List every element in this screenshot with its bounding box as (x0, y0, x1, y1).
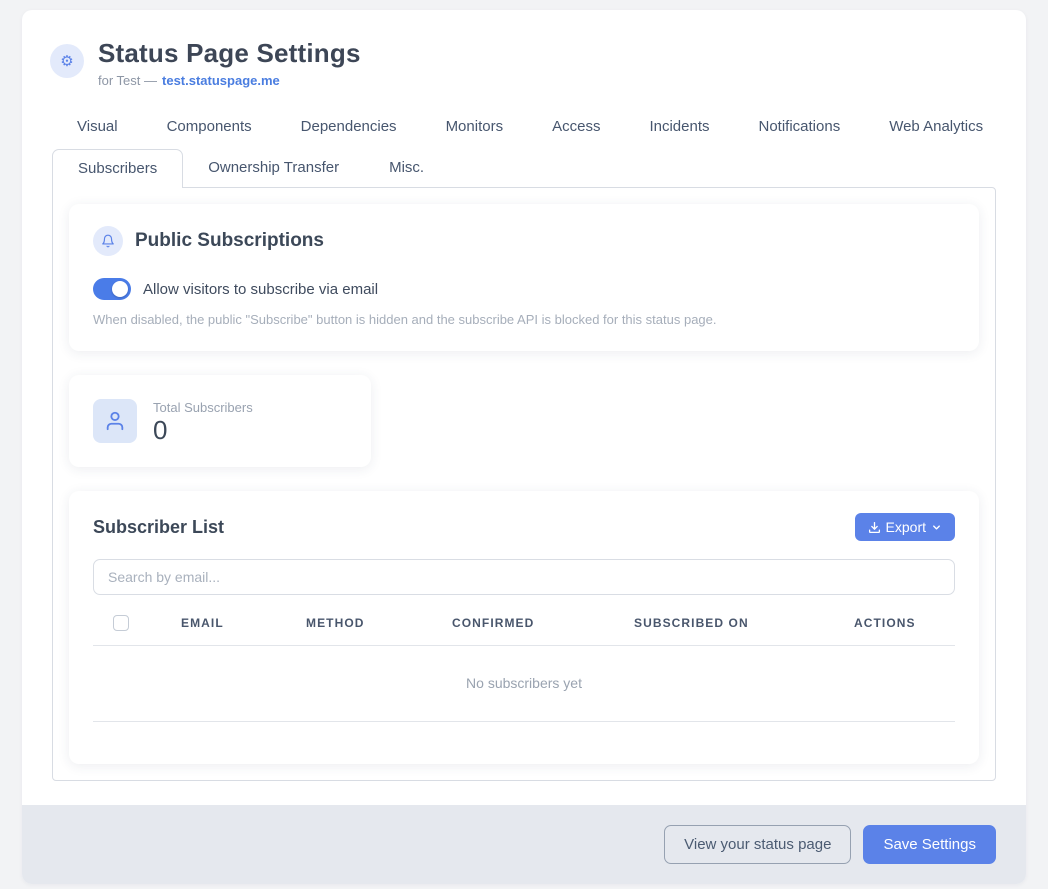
page-header-text: Status Page Settings for Test — test.sta… (98, 38, 361, 88)
subtitle-prefix: for Test — (98, 73, 157, 88)
public-subscriptions-header: Public Subscriptions (93, 226, 955, 256)
page-subtitle: for Test — test.statuspage.me (98, 73, 361, 88)
export-button[interactable]: Export (855, 513, 955, 541)
column-header-actions: ACTIONS (854, 616, 955, 630)
subscriber-table-header: EMAIL METHOD CONFIRMED SUBSCRIBED ON ACT… (93, 615, 955, 646)
table-bottom-spacer (93, 722, 955, 744)
toggle-helper-text: When disabled, the public "Subscribe" bu… (93, 312, 955, 327)
tab-misc[interactable]: Misc. (364, 149, 449, 187)
subscribe-toggle-row: Allow visitors to subscribe via email (93, 278, 955, 300)
subscriber-list-header: Subscriber List Export (93, 513, 955, 541)
total-subscribers-card: Total Subscribers 0 (69, 375, 371, 467)
total-subscribers-value: 0 (153, 417, 253, 443)
gear-icon: ⚙ (50, 44, 84, 78)
tab-visual[interactable]: Visual (77, 114, 118, 139)
tab-ownership-transfer[interactable]: Ownership Transfer (183, 149, 364, 187)
tab-incidents[interactable]: Incidents (649, 114, 709, 139)
tab-web-analytics[interactable]: Web Analytics (889, 114, 983, 139)
subscribers-tab-panel: Public Subscriptions Allow visitors to s… (52, 187, 996, 781)
download-icon (868, 521, 881, 534)
export-label: Export (886, 519, 926, 535)
column-header-subscribed-on: SUBSCRIBED ON (634, 616, 854, 630)
column-header-method: METHOD (306, 616, 452, 630)
toggle-label: Allow visitors to subscribe via email (143, 281, 378, 298)
select-all-cell (93, 615, 181, 631)
allow-subscribe-toggle[interactable] (93, 278, 131, 300)
toggle-knob (112, 281, 128, 297)
tab-access[interactable]: Access (552, 114, 600, 139)
page-title: Status Page Settings (98, 38, 361, 69)
search-input[interactable] (93, 559, 955, 595)
public-subscriptions-card: Public Subscriptions Allow visitors to s… (69, 204, 979, 351)
empty-state-message: No subscribers yet (93, 646, 955, 722)
person-icon (93, 399, 137, 443)
tabs-row-2: Subscribers Ownership Transfer Misc. (52, 149, 996, 187)
select-all-checkbox[interactable] (113, 615, 129, 631)
subscriber-list-title: Subscriber List (93, 517, 224, 538)
tabs-row-1: Visual Components Dependencies Monitors … (52, 114, 996, 139)
save-settings-button[interactable]: Save Settings (863, 825, 996, 864)
subscriber-list-card: Subscriber List Export (69, 491, 979, 764)
status-page-link[interactable]: test.statuspage.me (162, 73, 280, 88)
total-subscribers-label: Total Subscribers (153, 400, 253, 415)
chevron-down-icon (931, 522, 942, 533)
tab-notifications[interactable]: Notifications (759, 114, 841, 139)
view-status-page-button[interactable]: View your status page (664, 825, 851, 864)
public-subscriptions-title: Public Subscriptions (135, 230, 324, 252)
column-header-confirmed: CONFIRMED (452, 616, 634, 630)
status-page-settings-card: ⚙ Status Page Settings for Test — test.s… (22, 10, 1026, 884)
column-header-email: EMAIL (181, 616, 306, 630)
tab-subscribers[interactable]: Subscribers (52, 149, 183, 188)
tab-monitors[interactable]: Monitors (446, 114, 504, 139)
page-header: ⚙ Status Page Settings for Test — test.s… (22, 10, 1026, 114)
bell-icon (93, 226, 123, 256)
tab-dependencies[interactable]: Dependencies (301, 114, 397, 139)
settings-footer: View your status page Save Settings (22, 805, 1026, 884)
tab-components[interactable]: Components (167, 114, 252, 139)
total-subscribers-text: Total Subscribers 0 (153, 400, 253, 443)
